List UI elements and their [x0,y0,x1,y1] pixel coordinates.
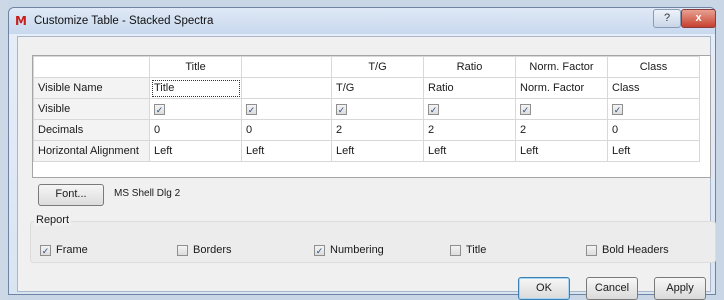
grid-cell[interactable] [241,77,332,99]
frame-option-label: Frame [56,244,88,256]
apply-button[interactable]: Apply [654,277,706,300]
grid-cell[interactable]: Ratio [423,77,516,99]
visible-checkbox[interactable]: ✓ [246,103,257,115]
background-strip [0,0,8,300]
grid-cell[interactable]: Left [241,140,332,162]
grid-cell: ✓ [331,98,424,120]
numbering-option[interactable]: ✓ Numbering [314,244,384,256]
borders-option-label: Borders [193,244,232,256]
visible-checkbox[interactable]: ✓ [336,103,347,115]
column-header[interactable] [241,56,332,78]
column-header[interactable]: T/G [331,56,424,78]
frame-checkbox[interactable]: ✓ [40,244,51,256]
grid-cell[interactable]: 0 [149,119,242,141]
ok-button[interactable]: OK [518,277,570,300]
current-font-label: MS Shell Dlg 2 [114,188,181,199]
grid-cell: ✓ [607,98,700,120]
grid-cell[interactable]: Left [149,140,242,162]
bold-headers-option-label: Bold Headers [602,244,669,256]
grid-corner [33,56,150,78]
columns-grid: Title T/G Ratio Norm. Factor Class Visib… [33,56,700,162]
grid-cell[interactable]: 0 [241,119,332,141]
grid-cell[interactable]: Left [515,140,608,162]
title-option-label: Title [466,244,487,256]
grid-cell[interactable]: Norm. Factor [515,77,608,99]
columns-grid-frame: Title T/G Ratio Norm. Factor Class Visib… [32,55,711,178]
dialog-window: M Customize Table - Stacked Spectra ? x … [8,7,716,300]
grid-cell[interactable]: Class [607,77,700,99]
report-group [30,221,716,263]
numbering-checkbox[interactable]: ✓ [314,244,325,256]
visible-checkbox[interactable]: ✓ [428,103,439,115]
report-group-legend: Report [34,214,72,226]
app-icon: M [15,14,27,28]
dialog-client-area: Title T/G Ratio Norm. Factor Class Visib… [17,36,716,300]
visible-checkbox[interactable]: ✓ [154,103,165,115]
grid-cell: ✓ [241,98,332,120]
table-row: Visible Name Title T/G Ratio Norm. Facto… [33,77,700,99]
bold-headers-option[interactable]: Bold Headers [586,244,669,256]
title-option[interactable]: Title [450,244,486,256]
column-header[interactable]: Title [149,56,242,78]
grid-cell[interactable]: 0 [607,119,700,141]
grid-cell[interactable]: Title [149,77,242,99]
table-row: Visible ✓ ✓ ✓ ✓ ✓ ✓ [33,98,700,120]
grid-cell[interactable]: Left [607,140,700,162]
borders-checkbox[interactable] [177,244,188,256]
visible-checkbox[interactable]: ✓ [612,103,623,115]
grid-cell: ✓ [149,98,242,120]
grid-cell: ✓ [515,98,608,120]
cancel-button[interactable]: Cancel [586,277,638,300]
close-button[interactable]: x [681,9,716,28]
row-header: Horizontal Alignment [33,140,150,162]
table-row: Decimals 0 0 2 2 2 0 [33,119,700,141]
help-button[interactable]: ? [653,9,681,28]
row-header: Decimals [33,119,150,141]
grid-cell[interactable]: Left [331,140,424,162]
column-header[interactable]: Ratio [423,56,516,78]
font-button[interactable]: Font... [38,184,104,206]
table-row: Horizontal Alignment Left Left Left Left… [33,140,700,162]
row-header: Visible [33,98,150,120]
title-bar[interactable]: M Customize Table - Stacked Spectra ? x [9,8,716,34]
numbering-option-label: Numbering [330,244,384,256]
grid-cell[interactable]: T/G [331,77,424,99]
grid-cell: ✓ [423,98,516,120]
grid-cell[interactable]: 2 [423,119,516,141]
column-header[interactable]: Norm. Factor [515,56,608,78]
window-title: Customize Table - Stacked Spectra [34,15,214,27]
borders-option[interactable]: Borders [177,244,232,256]
frame-option[interactable]: ✓ Frame [40,244,88,256]
bold-headers-checkbox[interactable] [586,244,597,256]
grid-cell[interactable]: Left [423,140,516,162]
grid-cell[interactable]: 2 [331,119,424,141]
column-header[interactable]: Class [607,56,700,78]
grid-cell[interactable]: 2 [515,119,608,141]
row-header: Visible Name [33,77,150,99]
title-checkbox[interactable] [450,244,461,256]
visible-checkbox[interactable]: ✓ [520,103,531,115]
